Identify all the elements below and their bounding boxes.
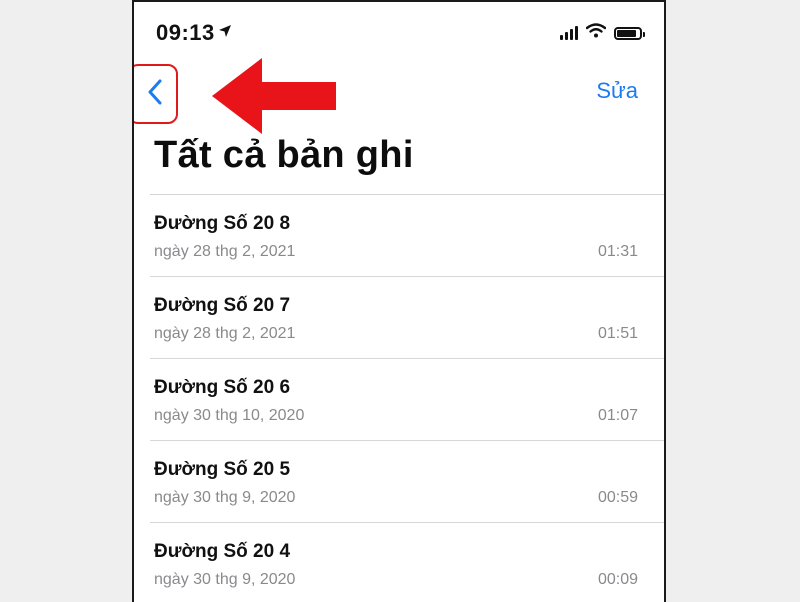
recording-date: ngày 30 thg 10, 2020 <box>154 407 305 424</box>
recording-date: ngày 30 thg 9, 2020 <box>154 571 296 588</box>
recording-name: Đường Số 20 7 <box>154 295 291 316</box>
status-time: 09:13 <box>156 20 215 45</box>
chevron-left-icon <box>147 79 163 110</box>
recording-name: Đường Số 20 8 <box>154 213 291 234</box>
list-item[interactable]: Đường Số 20 8 ngày 28 thg 2, 2021 01:31 <box>134 195 664 277</box>
list-item[interactable]: Đường Số 20 6 ngày 30 thg 10, 2020 01:07 <box>134 359 664 441</box>
phone-screen: 09:13 Sửa Tất cả bản ghi Đường Số 20 8 n… <box>132 0 666 602</box>
recording-name: Đường Số 20 5 <box>154 459 291 480</box>
location-arrow-icon <box>218 24 232 43</box>
recording-date: ngày 30 thg 9, 2020 <box>154 489 296 506</box>
recording-duration: 01:31 <box>597 243 638 260</box>
recordings-list: Đường Số 20 8 ngày 28 thg 2, 2021 01:31 … <box>134 195 664 602</box>
wifi-icon <box>585 23 607 43</box>
recording-duration: 01:07 <box>597 407 638 424</box>
list-item[interactable]: Đường Số 20 5 ngày 30 thg 9, 2020 00:59 <box>134 441 664 523</box>
recording-duration: 00:59 <box>597 489 638 506</box>
status-indicators <box>560 23 645 43</box>
recording-duration: 00:09 <box>597 571 638 588</box>
edit-button[interactable]: Sửa <box>596 78 638 104</box>
battery-icon <box>614 26 645 40</box>
list-item[interactable]: Đường Số 20 7 ngày 28 thg 2, 2021 01:51 <box>134 277 664 359</box>
recording-date: ngày 28 thg 2, 2021 <box>154 325 296 342</box>
recording-date: ngày 28 thg 2, 2021 <box>154 243 296 260</box>
red-arrow-icon <box>212 58 340 139</box>
recording-name: Đường Số 20 6 <box>154 377 291 398</box>
recording-duration: 01:51 <box>597 325 638 342</box>
back-button[interactable] <box>138 74 172 114</box>
status-bar: 09:13 <box>134 2 664 64</box>
list-item[interactable]: Đường Số 20 4 ngày 30 thg 9, 2020 00:09 <box>134 523 664 602</box>
recording-name: Đường Số 20 4 <box>154 541 291 562</box>
signal-icon <box>560 26 578 40</box>
page-title: Tất cả bản ghi <box>154 134 414 176</box>
